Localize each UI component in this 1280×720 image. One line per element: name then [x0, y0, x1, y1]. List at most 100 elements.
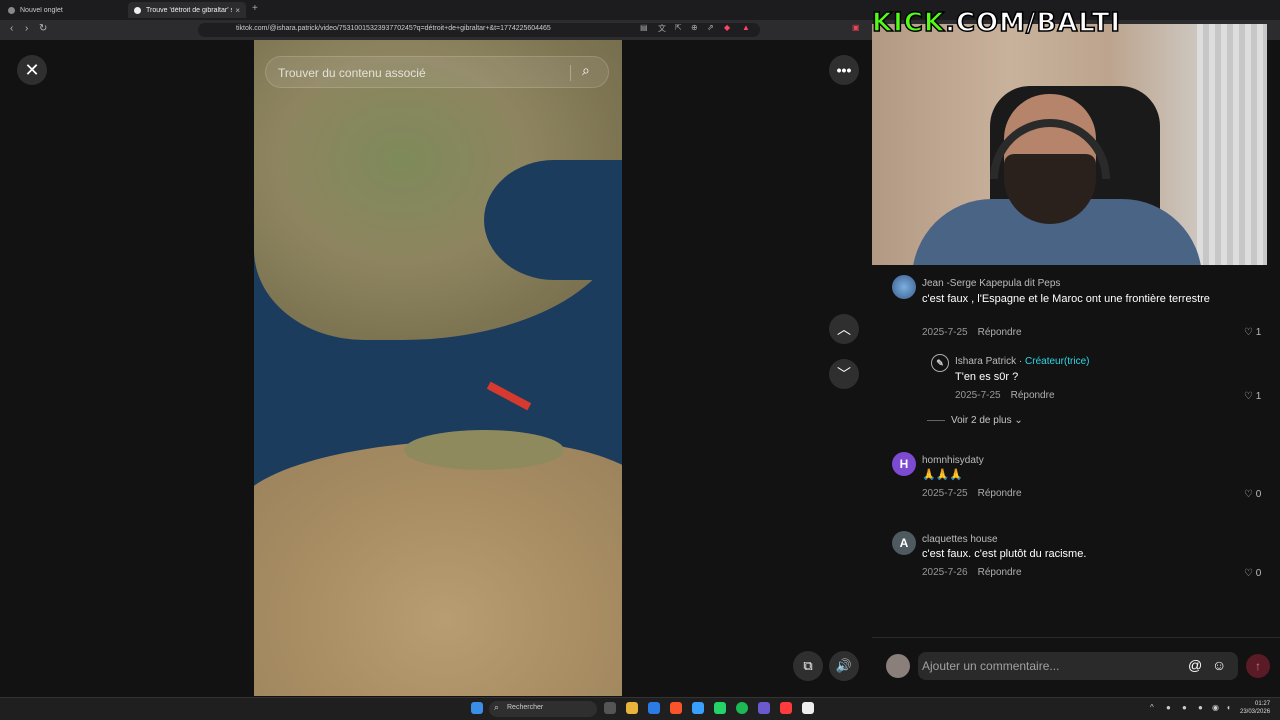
comment-username[interactable]: claquettes house [922, 534, 998, 545]
comment-username[interactable]: Jean -Serge Kapepula dit Peps [922, 278, 1060, 289]
spotify-icon[interactable] [736, 702, 748, 714]
tab-close-icon[interactable]: × [235, 6, 240, 15]
share-icon[interactable]: ⇗ [707, 23, 714, 32]
chevron-up-icon[interactable]: ^ [1150, 703, 1154, 712]
close-video-button[interactable]: ✕ [17, 55, 47, 85]
heart-icon: ♡ [1244, 568, 1253, 579]
reply-button[interactable]: Répondre [978, 488, 1022, 499]
avatar[interactable]: H [892, 452, 916, 476]
comment-meta: 2025-7-25 Répondre [955, 390, 1055, 401]
creator-badge: Créateur(trice) [1025, 356, 1090, 367]
comment-text: T'en es s0r ? [955, 371, 1019, 383]
rewards-icon[interactable]: ▲ [742, 23, 750, 32]
arrow-up-icon: ↑ [1255, 659, 1261, 673]
discord-icon[interactable] [758, 702, 770, 714]
kick-watermark: KICK.COM/BALTI [871, 7, 1122, 39]
reply-username[interactable]: Ishara Patrick · Créateur(trice) [955, 356, 1090, 367]
comment-input-row: Ajouter un commentaire... @ ☺ ↑ [872, 637, 1280, 695]
heart-icon: ♡ [1244, 489, 1253, 500]
tray-icon[interactable]: ● [1182, 703, 1187, 712]
tab-new-tab[interactable]: Nouvel onglet [2, 2, 126, 18]
speaker-icon[interactable]: ◖ [1226, 703, 1231, 712]
reload-icon[interactable]: ↻ [39, 23, 47, 34]
webcam-overlay [872, 24, 1267, 265]
comment-meta: 2025-7-25 Répondre [922, 327, 1022, 338]
start-icon[interactable] [471, 702, 483, 714]
video-player[interactable] [254, 40, 622, 696]
like-button[interactable]: ♡ 1 [1244, 327, 1261, 338]
tab-tiktok[interactable]: Trouve 'détroit de gibraltar' s × [128, 2, 246, 18]
reply-button[interactable]: Répondre [1011, 390, 1055, 401]
pip-button[interactable]: ⧉ [793, 651, 823, 681]
avatar[interactable] [892, 275, 916, 299]
taskbar-search-placeholder: Rechercher [507, 704, 544, 711]
volume-button[interactable]: 🔊 [829, 651, 859, 681]
emoji-icon[interactable]: ☺ [1212, 657, 1226, 673]
task-view-icon[interactable] [604, 702, 616, 714]
tab-favicon-icon [8, 6, 15, 14]
video-bridge [486, 381, 532, 411]
avatar[interactable]: ✎ [931, 354, 949, 372]
comment-text: c'est faux , l'Espagne et le Maroc ont u… [922, 293, 1210, 305]
network-icon[interactable]: ◉ [1212, 703, 1219, 712]
file-explorer-icon[interactable] [626, 702, 638, 714]
close-icon: ✕ [24, 59, 40, 80]
forward-icon[interactable]: › [25, 23, 28, 34]
next-video-button[interactable]: ﹀ [829, 359, 859, 389]
new-tab-button[interactable]: + [252, 3, 258, 14]
more-icon: ••• [836, 62, 852, 78]
comment-meta: 2025-7-25 Répondre [922, 488, 1022, 499]
heart-icon: ♡ [1244, 327, 1253, 338]
comment-input-placeholder: Ajouter un commentaire... [922, 659, 1060, 673]
chevron-up-icon: ︿ [837, 321, 851, 337]
app-icon[interactable] [648, 702, 660, 714]
app-icon[interactable] [692, 702, 704, 714]
system-clock[interactable]: 01:27 23/03/2026 [1240, 700, 1270, 716]
like-button[interactable]: ♡ 1 [1244, 391, 1261, 402]
notion-icon[interactable] [802, 702, 814, 714]
reply-button[interactable]: Répondre [978, 567, 1022, 578]
mention-icon[interactable]: @ [1188, 657, 1202, 673]
video-land-peninsula [404, 430, 564, 470]
extension-icon[interactable]: ▣ [852, 23, 860, 32]
chevron-down-icon: ﹀ [837, 366, 851, 382]
comment-meta: 2025-7-26 Répondre [922, 567, 1022, 578]
related-search-placeholder: Trouver du contenu associé [278, 66, 426, 80]
search-icon[interactable]: ⌕ [582, 62, 590, 79]
open-external-icon[interactable]: ⇱ [675, 23, 682, 32]
taskbar-search[interactable]: ⌕ Rechercher [489, 701, 597, 717]
avatar[interactable] [886, 654, 910, 678]
comment-date: 2025-7-25 [955, 390, 1001, 401]
brave-shield-icon[interactable]: ◆ [724, 23, 730, 32]
previous-video-button[interactable]: ︿ [829, 314, 859, 344]
tiktok-favicon-icon [134, 6, 141, 14]
brave-icon[interactable] [670, 702, 682, 714]
comment-username[interactable]: homnhisydaty [922, 455, 984, 466]
view-more-replies-button[interactable]: Voir 2 de plus ⌄ [927, 415, 1023, 426]
search-icon: ⌕ [494, 702, 500, 712]
whatsapp-icon[interactable] [714, 702, 726, 714]
like-button[interactable]: ♡ 0 [1244, 489, 1261, 500]
app-icon[interactable] [780, 702, 792, 714]
speaker-icon: 🔊 [835, 658, 853, 673]
comment-input[interactable]: Ajouter un commentaire... @ ☺ [918, 652, 1238, 680]
video-land-south [254, 440, 622, 696]
reader-icon[interactable]: ▤ [640, 23, 648, 32]
comments-panel: Jean -Serge Kapepula dit Peps c'est faux… [872, 265, 1280, 637]
comment-date: 2025-7-25 [922, 327, 968, 338]
related-search-bar[interactable]: Trouver du contenu associé ⌕ [265, 56, 609, 88]
more-options-button[interactable]: ••• [829, 55, 859, 85]
reply-button[interactable]: Répondre [978, 327, 1022, 338]
zoom-icon[interactable]: ⊕ [691, 23, 698, 32]
avatar[interactable]: A [892, 531, 916, 555]
comment-date: 2025-7-25 [922, 488, 968, 499]
search-divider [570, 65, 571, 81]
mic-icon[interactable]: ● [1198, 703, 1203, 712]
back-icon[interactable]: ‹ [10, 23, 13, 34]
like-button[interactable]: ♡ 0 [1244, 568, 1261, 579]
post-comment-button[interactable]: ↑ [1246, 654, 1270, 678]
tray-icon[interactable]: ● [1166, 703, 1171, 712]
url-text: tiktok.com/@ishara.patrick/video/7531001… [236, 25, 551, 32]
comment-text: 🙏🙏🙏 [922, 469, 964, 481]
translate-icon[interactable]: 文 [658, 23, 666, 34]
